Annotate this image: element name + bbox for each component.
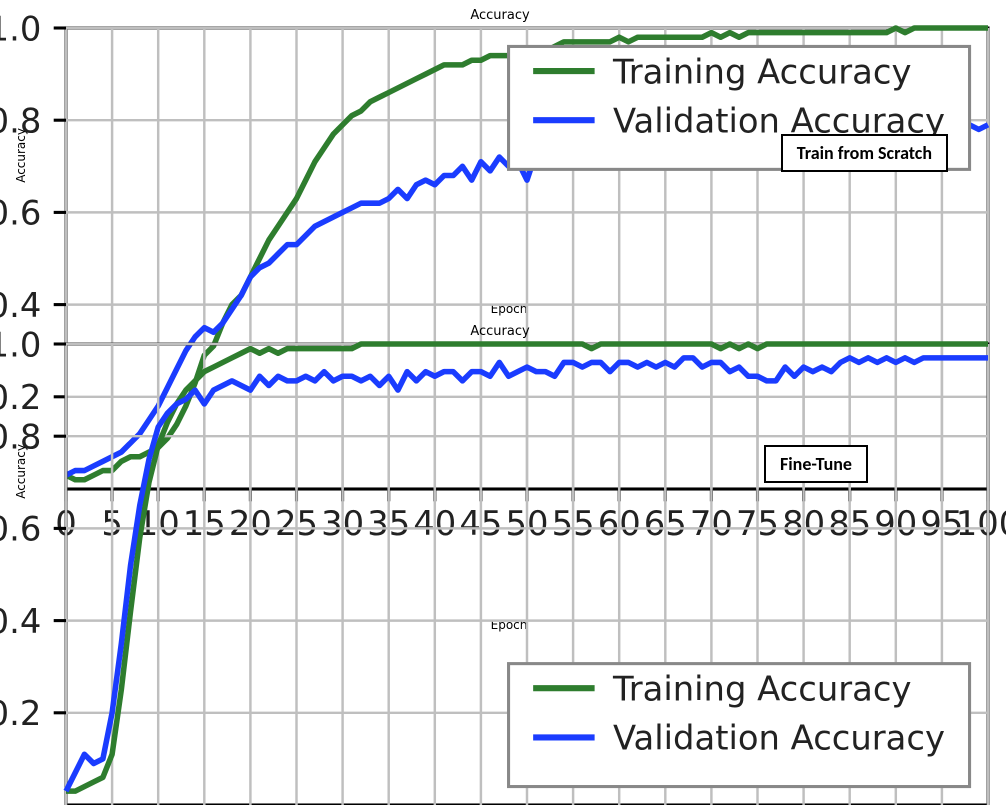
y-tick-label: 0.8 [0, 417, 41, 456]
line-chart-svg: 0510152025303540455055606570758085909510… [66, 344, 988, 805]
chart-train-from-scratch: Accuracy Accuracy 0510152025303540455055… [12, 8, 988, 324]
y-tick-label: 0.8 [0, 101, 41, 140]
legend-label: Training Accuracy [612, 52, 911, 91]
y-tick-label: 0.4 [0, 602, 41, 641]
legend-label: Validation Accuracy [613, 719, 945, 758]
y-tick-label: 1.0 [0, 325, 41, 364]
legend-label: Training Accuracy [612, 670, 911, 709]
page: Accuracy Accuracy 0510152025303540455055… [0, 0, 1006, 648]
y-tick-label: 0.6 [0, 510, 41, 549]
plot-area: 0510152025303540455055606570758085909510… [30, 330, 988, 632]
y-tick-label: 1.0 [0, 9, 41, 48]
annotation-train-from-scratch: Train from Scratch [781, 134, 948, 172]
y-tick-label: 0.4 [0, 286, 41, 325]
plot-area: 0510152025303540455055606570758085909510… [30, 14, 988, 316]
y-tick-label: 0.6 [0, 194, 41, 233]
y-tick-label: 0.2 [0, 694, 41, 733]
annotation-fine-tune: Fine-Tune [764, 445, 868, 483]
chart-fine-tune: Accuracy Accuracy 0510152025303540455055… [12, 324, 988, 640]
